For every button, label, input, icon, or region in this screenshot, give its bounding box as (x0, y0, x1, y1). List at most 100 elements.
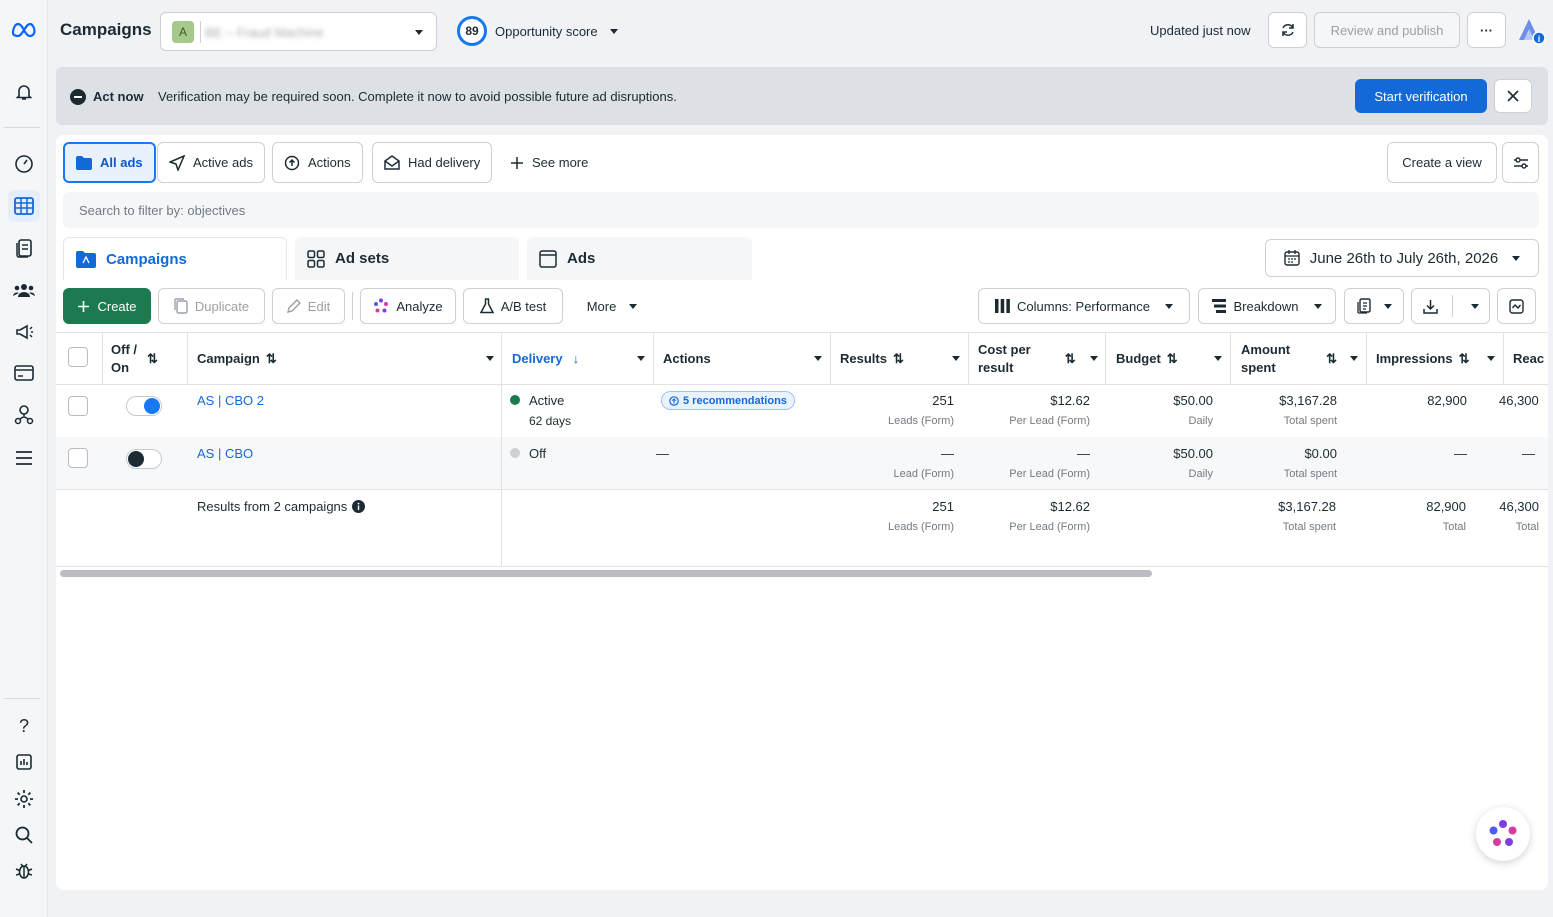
header-label: Actions (663, 350, 711, 366)
select-all-checkbox[interactable] (68, 347, 88, 367)
all-tools-menu-icon[interactable] (8, 442, 40, 474)
rail-divider (4, 127, 40, 128)
filter-label: Had delivery (408, 155, 481, 170)
see-more-filters-button[interactable]: See more (499, 142, 599, 183)
search-icon[interactable] (8, 819, 40, 851)
chevron-down-icon[interactable] (486, 356, 494, 361)
report-bug-icon[interactable] (8, 855, 40, 887)
chevron-down-icon (1383, 303, 1392, 309)
create-view-button[interactable]: Create a view (1387, 142, 1497, 183)
filter-active-ads[interactable]: Active ads (157, 142, 265, 183)
filter-had-delivery[interactable]: Had delivery (372, 142, 493, 183)
tab-ad-sets[interactable]: Ad sets (295, 237, 519, 280)
row-checkbox[interactable] (68, 448, 88, 468)
summary-cost-type: Per Lead (Form) (1009, 521, 1090, 533)
chevron-down-icon[interactable] (637, 356, 645, 361)
header-impressions[interactable]: Impressions ⇅ (1376, 333, 1470, 384)
header-results[interactable]: Results ⇅ (840, 333, 904, 384)
sliders-icon (1513, 156, 1528, 169)
analyze-button[interactable]: Analyze (360, 288, 456, 324)
opportunity-score-badge: 89 (457, 16, 487, 46)
header-reach[interactable]: Reac (1513, 333, 1548, 384)
header-budget[interactable]: Budget ⇅ (1116, 333, 1178, 384)
date-range-picker[interactable]: June 26th to July 26th, 2026 (1265, 239, 1539, 277)
ads-manager-table-icon[interactable] (8, 190, 40, 222)
header-delivery[interactable]: Delivery ↓ (512, 333, 579, 384)
chevron-down-icon[interactable] (1090, 356, 1098, 361)
opportunity-score-button[interactable]: 89 Opportunity score (457, 16, 618, 46)
header-campaign[interactable]: Campaign ⇅ (197, 333, 277, 384)
summary-impressions-type: Total (1442, 521, 1466, 533)
edit-button[interactable]: Edit (272, 288, 345, 324)
header-cost-per-result[interactable]: Cost per result ⇅ (978, 333, 1076, 384)
business-suite-icon[interactable] (8, 399, 40, 431)
start-verification-button[interactable]: Start verification (1355, 79, 1487, 113)
sort-icon: ⇅ (1064, 350, 1076, 366)
tab-ads[interactable]: Ads (527, 237, 752, 280)
chevron-down-icon[interactable] (814, 356, 822, 361)
help-question-icon[interactable]: ? (8, 710, 40, 742)
search-filter-input[interactable]: Search to filter by: objectives (63, 192, 1539, 228)
pages-icon[interactable] (8, 232, 40, 264)
reports-icon[interactable] (8, 746, 40, 778)
info-icon[interactable] (352, 500, 366, 513)
column-divider (1366, 333, 1367, 384)
campaign-name-link[interactable]: AS | CBO (197, 446, 253, 461)
recommendations-badge[interactable]: 5 recommendations (661, 391, 795, 410)
breakdown-dropdown[interactable]: Breakdown (1198, 288, 1336, 324)
tab-campaigns[interactable]: Campaigns (63, 237, 287, 280)
header-label: Cost per (978, 341, 1031, 357)
refresh-button[interactable] (1268, 12, 1307, 48)
assistant-flower-icon (1489, 820, 1517, 846)
header-off-on[interactable]: Off / On ⇅ (111, 333, 158, 384)
billing-card-icon[interactable] (8, 357, 40, 389)
chevron-down-icon[interactable] (1214, 356, 1222, 361)
active-status-dot (510, 395, 520, 405)
tab-label: Ads (567, 250, 596, 267)
export-dropdown[interactable] (1411, 288, 1490, 324)
filter-actions[interactable]: Actions (272, 142, 363, 183)
columns-dropdown[interactable]: Columns: Performance (978, 288, 1190, 324)
header-label: Impressions (1376, 350, 1453, 366)
megaphone-icon[interactable] (8, 316, 40, 348)
chevron-down-icon[interactable] (1350, 356, 1358, 361)
audiences-icon[interactable] (8, 274, 40, 306)
header-label: Budget (1116, 350, 1161, 366)
refresh-icon (1281, 24, 1294, 36)
speedometer-icon[interactable] (8, 148, 40, 180)
more-options-button[interactable]: ··· (1467, 12, 1506, 48)
ab-test-button[interactable]: A/B test (463, 288, 563, 324)
svg-text:i: i (1538, 34, 1541, 44)
header-label: Reac (1513, 350, 1545, 366)
sort-icon: ⇅ (265, 350, 277, 366)
create-button[interactable]: Create (63, 288, 151, 324)
column-divider (1230, 333, 1231, 384)
campaign-on-toggle[interactable] (126, 396, 162, 416)
header-amount-spent[interactable]: Amount spent ⇅ (1241, 333, 1337, 384)
row-checkbox[interactable] (68, 396, 88, 416)
tab-label: Ad sets (335, 250, 390, 267)
filter-all-ads[interactable]: All ads (63, 142, 156, 183)
summary-results-type: Leads (Form) (887, 521, 954, 533)
campaign-name-link[interactable]: AS | CBO 2 (197, 393, 264, 408)
settings-gear-icon[interactable] (8, 783, 40, 815)
dismiss-banner-button[interactable] (1494, 79, 1532, 113)
header-actions[interactable]: Actions (663, 333, 711, 384)
duplicate-button[interactable]: Duplicate (158, 288, 265, 324)
ad-account-avatar[interactable]: i (1515, 14, 1547, 46)
chevron-down-icon (609, 28, 618, 34)
ad-account-selector[interactable]: A BE – Fraud Machine (160, 12, 437, 51)
close-icon (1507, 90, 1519, 102)
charts-toggle-button[interactable] (1497, 288, 1536, 324)
notifications-bell-icon[interactable] (8, 76, 40, 108)
horizontal-scrollbar[interactable] (60, 570, 1152, 577)
chevron-down-icon[interactable] (952, 356, 960, 361)
review-and-publish-button[interactable]: Review and publish (1314, 12, 1460, 48)
more-actions-dropdown[interactable]: More (571, 288, 653, 324)
campaign-off-toggle[interactable] (126, 449, 162, 469)
meta-logo-icon[interactable] (8, 13, 40, 45)
chevron-down-icon[interactable] (1487, 356, 1495, 361)
ai-assistant-button[interactable] (1476, 807, 1530, 861)
reports-dropdown[interactable] (1344, 288, 1404, 324)
view-settings-button[interactable] (1502, 142, 1539, 183)
